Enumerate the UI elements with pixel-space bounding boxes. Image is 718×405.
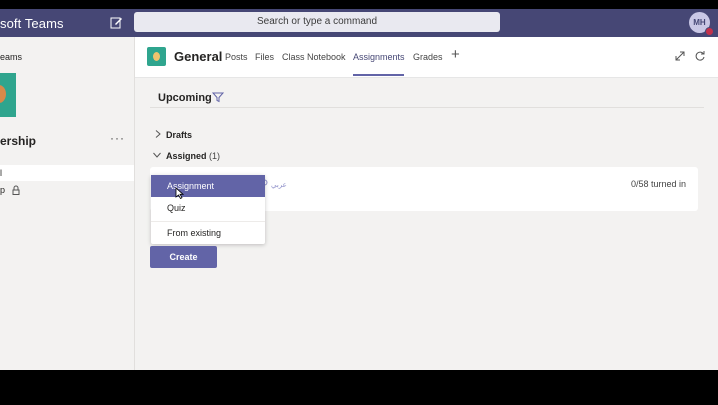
chevron-right-icon[interactable] (154, 130, 162, 138)
tab-assignments[interactable]: Assignments (353, 52, 405, 62)
refresh-icon[interactable] (694, 50, 706, 62)
menu-item-assignment[interactable]: Assignment (151, 175, 265, 197)
tab-files[interactable]: Files (255, 52, 274, 62)
assigned-section[interactable]: Assigned (1) (166, 151, 220, 161)
team-pane: eams ership ··· l p (0, 37, 135, 370)
assigned-label: Assigned (166, 151, 207, 161)
teams-window: soft Teams Search or type a command MH e… (0, 9, 718, 370)
search-input[interactable]: Search or type a command (134, 12, 500, 32)
cursor-icon (175, 187, 184, 199)
status-badge (705, 27, 714, 36)
channel-title: General (174, 49, 223, 64)
assignment-class-label: عربي (271, 182, 287, 189)
expand-icon[interactable] (674, 50, 686, 62)
more-options-icon[interactable]: ··· (110, 131, 125, 145)
app-title: soft Teams (0, 16, 64, 31)
drafts-section[interactable]: Drafts (166, 130, 192, 140)
channel-item-general[interactable]: l (0, 165, 134, 181)
assigned-count: (1) (209, 151, 221, 161)
all-teams-link[interactable]: eams (0, 52, 22, 62)
turned-in-status: 0/58 turned in (631, 179, 687, 189)
menu-item-from-existing[interactable]: From existing (151, 222, 265, 244)
channel-header: General Posts Files Class Notebook Assig… (135, 37, 718, 78)
filter-icon[interactable] (212, 91, 224, 103)
tab-grades[interactable]: Grades (413, 52, 443, 62)
create-menu: Assignment Quiz From existing (151, 175, 265, 244)
title-bar: soft Teams Search or type a command MH (0, 9, 718, 37)
team-avatar (0, 73, 16, 117)
create-button[interactable]: Create (150, 246, 217, 268)
active-tab-indicator (353, 74, 404, 76)
team-name: ership (0, 134, 37, 148)
chevron-down-icon[interactable] (153, 151, 161, 159)
lock-icon (12, 185, 20, 195)
channel-icon (147, 47, 166, 66)
add-tab-button[interactable]: + (451, 46, 460, 63)
upcoming-heading: Upcoming (158, 92, 212, 104)
menu-item-quiz[interactable]: Quiz (151, 197, 265, 219)
tab-class-notebook[interactable]: Class Notebook (282, 52, 346, 62)
divider (150, 107, 704, 108)
tab-posts[interactable]: Posts (225, 52, 248, 62)
compose-icon[interactable] (110, 16, 123, 29)
channel-item-private[interactable]: p (0, 185, 5, 195)
